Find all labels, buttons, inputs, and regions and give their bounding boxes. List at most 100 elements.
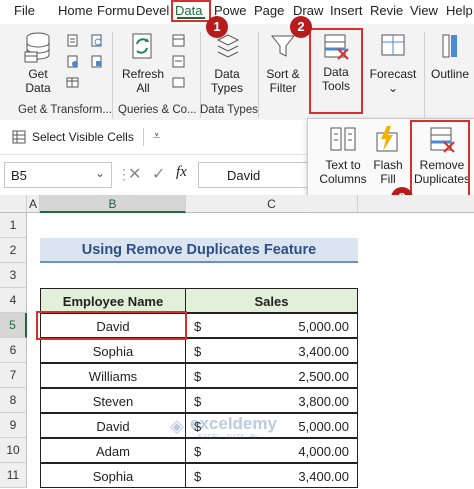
tab-review[interactable]: Revie — [370, 0, 403, 22]
enter-icon[interactable]: ✓ — [152, 164, 165, 184]
insert-function-button[interactable]: fx — [176, 164, 187, 181]
outline-label: Outline — [430, 67, 470, 81]
properties-icon — [172, 55, 185, 68]
sales-cell[interactable]: $2,500.00 — [185, 363, 358, 388]
tab-help[interactable]: Help — [446, 0, 473, 22]
sales-value: 3,400.00 — [298, 344, 349, 359]
text-to-columns-icon — [330, 127, 356, 151]
sales-cell[interactable]: $3,800.00 — [185, 388, 358, 413]
forecast-button[interactable]: Forecast ⌄ — [367, 30, 419, 95]
sales-value: 2,500.00 — [298, 369, 349, 384]
row-header[interactable]: 9 — [0, 413, 27, 438]
outline-button[interactable]: Outline — [428, 30, 472, 81]
row-header[interactable]: 8 — [0, 388, 27, 413]
from-table-icon — [66, 77, 79, 88]
header-employee-name[interactable]: Employee Name — [40, 288, 186, 313]
tab-insert[interactable]: Insert — [330, 0, 363, 22]
currency-symbol: $ — [194, 394, 202, 409]
row-header[interactable]: 7 — [0, 363, 27, 388]
tab-view[interactable]: View — [410, 0, 438, 22]
employee-name-cell[interactable]: Adam — [40, 438, 186, 463]
sales-cell[interactable]: $5,000.00 — [185, 313, 358, 338]
select-all-corner[interactable] — [0, 195, 27, 213]
row-header-selected[interactable]: 5 — [0, 313, 27, 338]
watermark-logo-icon: ◈ — [170, 416, 184, 436]
column-header-a[interactable]: A — [27, 195, 40, 213]
step-badge-2: 2 — [290, 16, 312, 38]
step-badge-1: 1 — [206, 16, 228, 38]
sales-value: 5,000.00 — [298, 419, 349, 434]
cancel-icon[interactable]: ✕ — [128, 164, 141, 184]
customize-qat-icon[interactable]: ⩡ — [153, 128, 160, 144]
text-to-columns-label: Text to Columns — [319, 158, 367, 186]
flash-fill-icon — [376, 126, 398, 152]
employee-name-cell[interactable]: Sophia — [40, 463, 186, 488]
formula-value: David — [227, 168, 261, 183]
sales-value: 5,000.00 — [298, 319, 349, 334]
tab-data[interactable]: Data — [171, 0, 211, 22]
tab-formulas[interactable]: Formu — [97, 0, 135, 22]
chevron-down-icon[interactable]: ⌄ — [95, 166, 105, 180]
group-get-transform-label: Get & Transform... — [18, 104, 112, 116]
ribbon-separator — [424, 32, 425, 118]
column-header-d[interactable] — [358, 195, 474, 213]
chevron-down-icon: ⌄ — [387, 81, 399, 95]
row-header[interactable]: 3 — [0, 263, 27, 288]
currency-symbol: $ — [194, 369, 202, 384]
tab-page-layout[interactable]: Page — [254, 0, 284, 22]
refresh-all-button[interactable]: Refresh All — [120, 30, 166, 95]
column-header-b[interactable]: B — [40, 195, 186, 213]
flash-fill-label: Flash Fill — [373, 158, 403, 186]
outline-icon — [442, 34, 457, 58]
tab-developer[interactable]: Devel — [136, 0, 169, 22]
column-header-c[interactable]: C — [186, 195, 358, 213]
recent-sources-icon — [91, 34, 102, 47]
sales-cell[interactable]: $3,400.00 — [185, 338, 358, 363]
ribbon-separator — [112, 32, 113, 118]
data-types-button[interactable]: Data Types — [202, 30, 252, 95]
formula-input[interactable]: David — [198, 162, 318, 188]
select-visible-cells-button[interactable]: Select Visible Cells — [32, 130, 134, 144]
row-header[interactable]: 6 — [0, 338, 27, 363]
sales-value: 3,400.00 — [298, 469, 349, 484]
get-data-button[interactable]: Get Data — [18, 30, 58, 95]
sales-cell[interactable]: $4,000.00 — [185, 438, 358, 463]
row-header[interactable]: 1 — [0, 213, 27, 238]
currency-symbol: $ — [194, 319, 202, 334]
employee-name-cell[interactable]: Steven — [40, 388, 186, 413]
selected-cell-highlight — [36, 311, 187, 340]
group-data-types-label: Data Types — [200, 104, 258, 116]
row-header[interactable]: 10 — [0, 438, 27, 463]
sales-cell[interactable]: $3,400.00 — [185, 463, 358, 488]
tab-file[interactable]: File — [14, 0, 35, 22]
forecast-icon — [381, 34, 405, 56]
qat-separator — [143, 128, 144, 146]
employee-name-cell[interactable]: Sophia — [40, 338, 186, 363]
data-tools-label: Data Tools — [321, 65, 350, 93]
remove-duplicates-highlight — [410, 120, 470, 203]
employee-name-cell[interactable]: Williams — [40, 363, 186, 388]
sales-value: 3,800.00 — [298, 394, 349, 409]
data-tools-button[interactable]: Data Tools — [312, 32, 360, 93]
header-sales[interactable]: Sales — [185, 288, 358, 313]
ribbon-tab-bar: File Home Formu Devel Data Powe Page Dra… — [0, 0, 474, 25]
name-box[interactable]: B5 ⌄ — [4, 162, 112, 188]
watermark-tagline: EXCEL · DATA · BI — [198, 434, 257, 441]
sales-value: 4,000.00 — [298, 444, 349, 459]
tab-home[interactable]: Home — [58, 0, 93, 22]
row-header[interactable]: 4 — [0, 288, 27, 313]
flash-fill-button[interactable]: Flash Fill — [370, 125, 406, 186]
employee-name-cell[interactable]: David — [40, 413, 186, 438]
refresh-all-label: Refresh All — [121, 67, 165, 95]
currency-symbol: $ — [194, 469, 202, 484]
sheet-title[interactable]: Using Remove Duplicates Feature — [40, 238, 358, 263]
ribbon-separator — [258, 32, 259, 118]
row-header[interactable]: 2 — [0, 238, 27, 263]
forecast-label: Forecast — [369, 67, 417, 81]
database-icon — [24, 32, 50, 63]
edit-links-icon — [172, 77, 185, 88]
sort-filter-button[interactable]: Sort & Filter — [261, 30, 305, 95]
text-to-columns-button[interactable]: Text to Columns — [318, 125, 368, 186]
row-header[interactable]: 11 — [0, 463, 27, 488]
data-types-label: Data Types — [210, 67, 243, 95]
